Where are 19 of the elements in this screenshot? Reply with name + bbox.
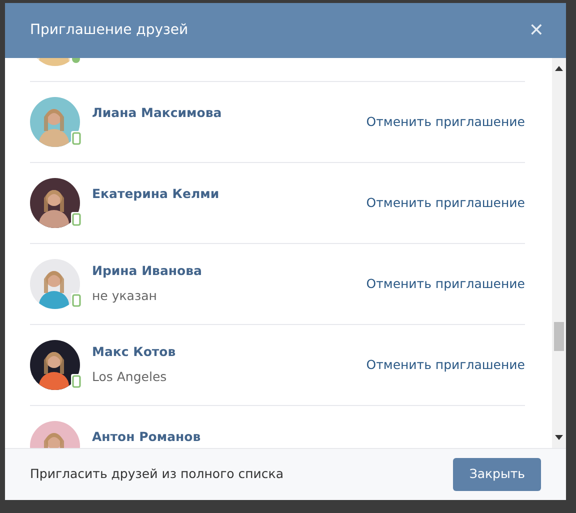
- friend-name[interactable]: Лиана Максимова: [92, 104, 222, 122]
- friend-name[interactable]: Макс Котов: [92, 343, 176, 362]
- friend-name[interactable]: Ирина Иванова: [92, 262, 202, 281]
- cancel-invite-link[interactable]: Отменить приглашение: [366, 112, 525, 132]
- scroll-up-icon[interactable]: [555, 66, 563, 71]
- friend-name[interactable]: Антон Романов: [92, 428, 201, 446]
- scroll-down-icon[interactable]: [555, 435, 563, 440]
- scrollbar-thumb[interactable]: [554, 322, 564, 351]
- close-button[interactable]: ✕: [528, 22, 544, 40]
- friend-name[interactable]: Екатерина Келми: [92, 184, 220, 204]
- dialog-title: Приглашение друзей: [30, 21, 188, 40]
- friend-city: Los Angeles: [92, 368, 168, 386]
- invite-link[interactable]: Пригласить друзей из полного списка: [30, 465, 284, 484]
- cancel-invite-link[interactable]: Отменить приглашение: [366, 274, 525, 294]
- close-dialog-button[interactable]: Закрыть: [453, 458, 541, 491]
- scrollbar[interactable]: [552, 58, 566, 448]
- cancel-invite-link[interactable]: Отменить приглашение: [366, 194, 525, 212]
- friend-city: не указан: [92, 287, 158, 305]
- cancel-invite-link[interactable]: Отменить приглашение: [366, 356, 525, 374]
